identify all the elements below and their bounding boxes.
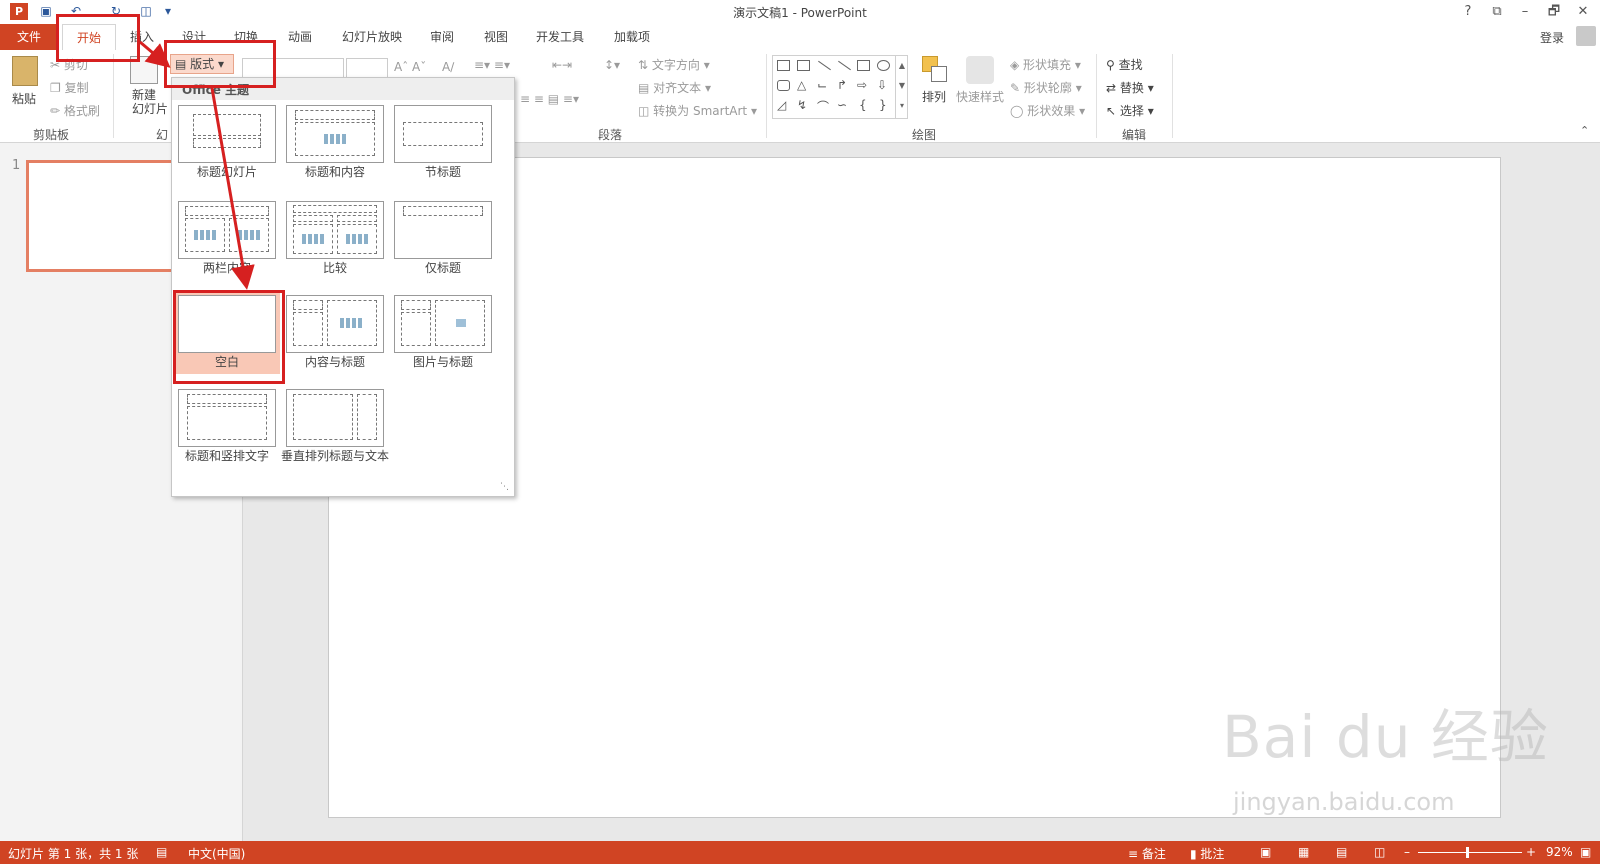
annotation-arrow-layout-to-blank (210, 87, 255, 290)
baidu-watermark: Bai du 经验 (1222, 703, 1549, 771)
baidu-watermark-url: jingyan.baidu.com (1233, 788, 1455, 816)
annotation-arrow-tab-to-layout (139, 40, 171, 68)
